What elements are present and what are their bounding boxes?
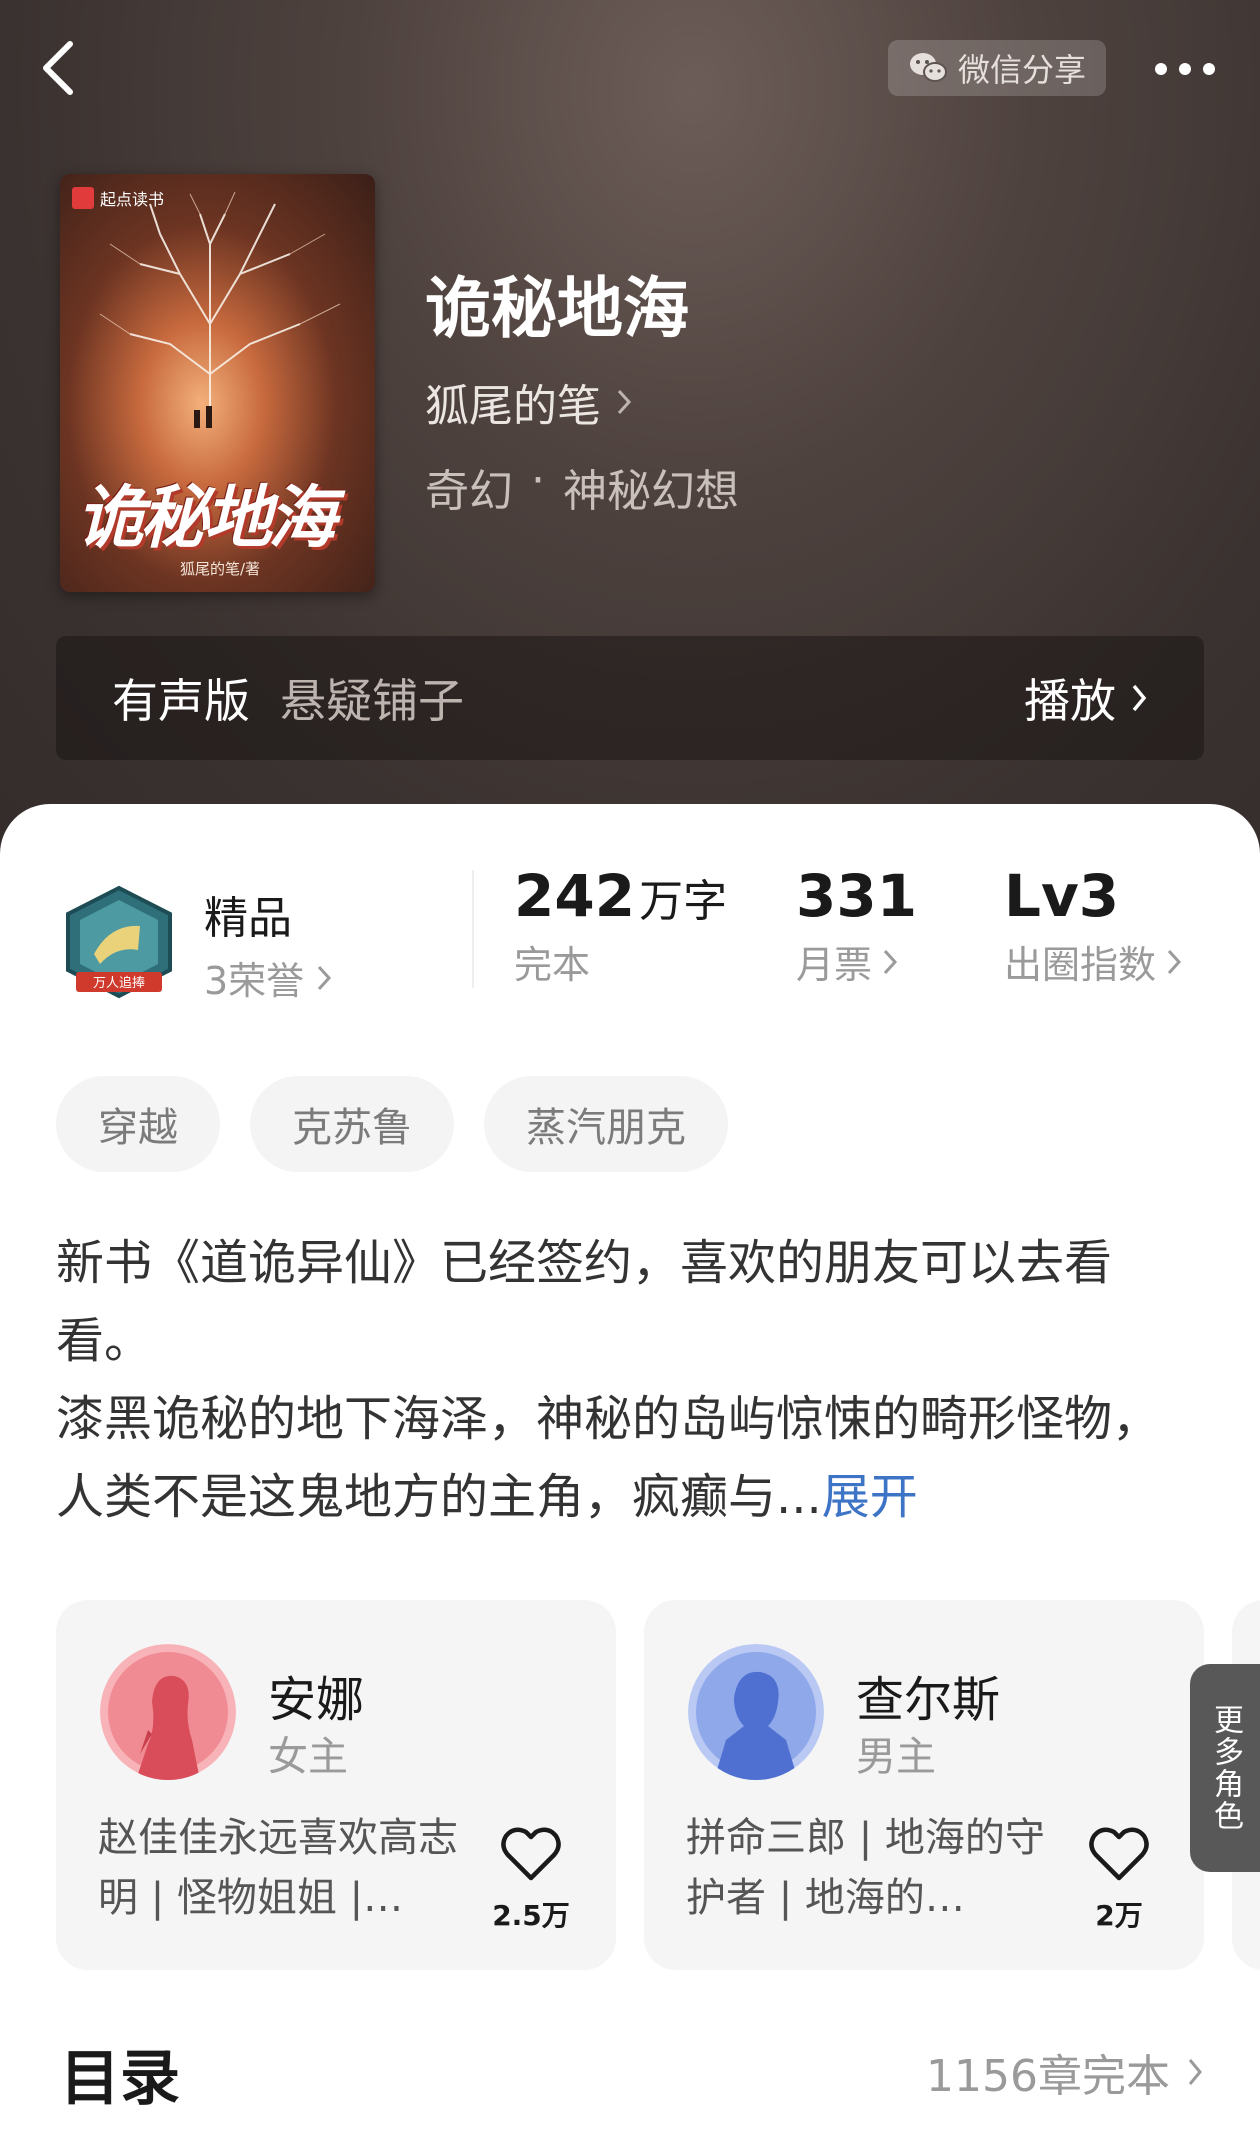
word-unit: 万字 bbox=[639, 876, 728, 927]
character-cards: 安娜 女主 赵佳佳永远喜欢高志明 | 怪物姐姐 |… 2.5万 查尔斯 男主 拼… bbox=[56, 1600, 1260, 1970]
quality-label: 精品 bbox=[204, 893, 292, 944]
like-button[interactable]: 2万 bbox=[1074, 1826, 1164, 1934]
play-button[interactable]: 播放 bbox=[1024, 665, 1148, 731]
popularity-level: Lv3 bbox=[1004, 862, 1120, 930]
tag-chip[interactable]: 蒸汽朋克 bbox=[484, 1076, 728, 1172]
chevron-right-icon bbox=[1188, 2059, 1202, 2085]
more-dots-icon bbox=[1155, 63, 1167, 75]
character-name: 安娜 bbox=[268, 1672, 365, 1728]
word-count: 242 bbox=[514, 862, 636, 930]
chevron-right-icon bbox=[1167, 949, 1182, 974]
chevron-right-icon bbox=[617, 389, 632, 415]
chevron-right-icon bbox=[883, 949, 898, 974]
wechat-share-button[interactable]: 微信分享 bbox=[888, 40, 1106, 96]
character-role: 女主 bbox=[268, 1734, 348, 1780]
book-cover[interactable]: 起点读书 诡秘地海 狐尾的笔/著 bbox=[60, 174, 375, 592]
stats-divider bbox=[472, 870, 474, 988]
audiobook-label: 有声版 bbox=[112, 674, 250, 728]
popularity-label: 出圈指数 bbox=[1004, 943, 1157, 987]
genre-main: 奇幻 bbox=[425, 466, 513, 517]
share-label: 微信分享 bbox=[957, 51, 1086, 89]
toc-chapter-count: 1156章完本 bbox=[926, 2051, 1170, 2102]
tag-chip[interactable]: 穿越 bbox=[56, 1076, 220, 1172]
heart-icon bbox=[501, 1827, 561, 1881]
heart-icon bbox=[1089, 1827, 1149, 1881]
character-avatar bbox=[688, 1644, 824, 1780]
synopsis: 新书《道诡异仙》已经签约，喜欢的朋友可以去看看。 漆黑诡秘的地下海泽，神秘的岛屿… bbox=[56, 1224, 1206, 1536]
character-card[interactable]: 查尔斯 男主 拼命三郎 | 地海的守护者 | 地海的… 2万 bbox=[644, 1600, 1204, 1970]
synopsis-line: 漆黑诡秘的地下海泽，神秘的岛屿惊悚的畸形怪物，人类不是这鬼地方的主角，疯癫与..… bbox=[56, 1391, 1161, 1525]
character-role: 男主 bbox=[856, 1734, 936, 1780]
book-detail-sheet: 万人追捧 精品 3荣誉 242 万字 完本 331 月票 Lv3 出圈指数 穿越 … bbox=[0, 804, 1260, 2138]
author-link[interactable]: 狐尾的笔 bbox=[425, 370, 633, 434]
character-name: 查尔斯 bbox=[856, 1672, 1001, 1728]
synopsis-line: 新书《道诡异仙》已经签约，喜欢的朋友可以去看看。 bbox=[56, 1235, 1113, 1369]
quality-badge-icon: 万人追捧 bbox=[66, 885, 172, 999]
svg-text:万人追捧: 万人追捧 bbox=[93, 975, 145, 991]
chevron-right-icon bbox=[318, 965, 332, 990]
honors-link[interactable]: 3荣誉 bbox=[204, 950, 332, 1005]
book-title: 诡秘地海 bbox=[425, 270, 689, 347]
character-avatar bbox=[100, 1644, 236, 1780]
chevron-right-icon bbox=[1132, 684, 1147, 712]
cover-title: 诡秘地海 bbox=[76, 479, 336, 558]
author-name: 狐尾的笔 bbox=[425, 381, 601, 432]
book-header-background: 微信分享 起点读书 诡秘地海 狐尾的笔/著 诡秘地海 狐尾的笔 奇幻 · 神秘幻… bbox=[0, 0, 1260, 900]
monthly-votes-stat[interactable]: 331 月票 bbox=[796, 862, 917, 989]
word-count-stat: 242 万字 完本 bbox=[514, 862, 727, 989]
like-count: 2万 bbox=[1095, 1899, 1143, 1932]
wechat-icon bbox=[909, 53, 947, 82]
more-options-button[interactable] bbox=[1140, 44, 1230, 94]
audiobook-bar[interactable]: 有声版 悬疑铺子 播放 bbox=[56, 636, 1204, 760]
like-count: 2.5万 bbox=[492, 1899, 570, 1932]
tag-list: 穿越 克苏鲁 蒸汽朋克 bbox=[56, 1076, 728, 1172]
expand-button[interactable]: 展开 bbox=[822, 1469, 918, 1525]
toc-title: 目录 bbox=[60, 2044, 180, 2114]
genre-line: 奇幻 · 神秘幻想 bbox=[425, 455, 739, 519]
like-button[interactable]: 2.5万 bbox=[486, 1826, 576, 1934]
popularity-stat[interactable]: Lv3 出圈指数 bbox=[1004, 862, 1182, 989]
monthly-votes: 331 bbox=[796, 862, 918, 930]
cover-brand: 起点读书 bbox=[72, 186, 164, 210]
monthly-votes-label: 月票 bbox=[796, 943, 873, 987]
completion-status: 完本 bbox=[514, 943, 591, 987]
genre-separator: · bbox=[531, 455, 545, 506]
genre-sub: 神秘幻想 bbox=[563, 466, 739, 517]
chevron-left-icon bbox=[43, 41, 73, 95]
cover-author: 狐尾的笔/著 bbox=[180, 560, 261, 578]
character-card[interactable]: 安娜 女主 赵佳佳永远喜欢高志明 | 怪物姐姐 |… 2.5万 bbox=[56, 1600, 616, 1970]
tag-chip[interactable]: 克苏鲁 bbox=[250, 1076, 454, 1172]
back-button[interactable] bbox=[36, 36, 84, 100]
audiobook-narrator: 悬疑铺子 bbox=[280, 674, 464, 728]
more-roles-button[interactable]: 更多角色 bbox=[1190, 1664, 1260, 1872]
character-description: 拼命三郎 | 地海的守护者 | 地海的… bbox=[686, 1815, 1045, 1921]
character-description: 赵佳佳永远喜欢高志明 | 怪物姐姐 |… bbox=[98, 1815, 458, 1921]
toc-link[interactable]: 1156章完本 bbox=[926, 2040, 1204, 2104]
